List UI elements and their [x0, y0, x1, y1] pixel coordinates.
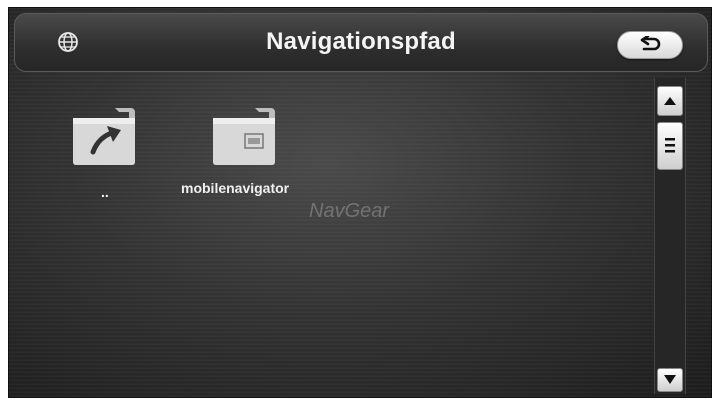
page-title: Navigationspfad [266, 28, 456, 55]
folder-up-label: .. [101, 184, 109, 200]
scroll-thumb[interactable] [657, 122, 683, 170]
back-button[interactable] [617, 31, 683, 59]
scrollbar[interactable] [654, 78, 686, 394]
folder-up-icon[interactable] [69, 106, 139, 166]
folder-icon[interactable] [209, 106, 279, 166]
screen: Navigationspfad .. mobilenavigator NavGe… [8, 7, 712, 398]
scroll-thumb-icon [665, 138, 675, 153]
header-bar: Navigationspfad [14, 13, 708, 72]
scroll-up-button[interactable] [657, 86, 683, 116]
folder-label: mobilenavigator [181, 180, 290, 196]
scroll-up-icon [664, 97, 676, 105]
scroll-down-button[interactable] [657, 368, 683, 392]
scroll-down-icon [664, 375, 676, 384]
watermark-logo: NavGear [309, 200, 390, 222]
back-arrow-icon [640, 36, 661, 51]
